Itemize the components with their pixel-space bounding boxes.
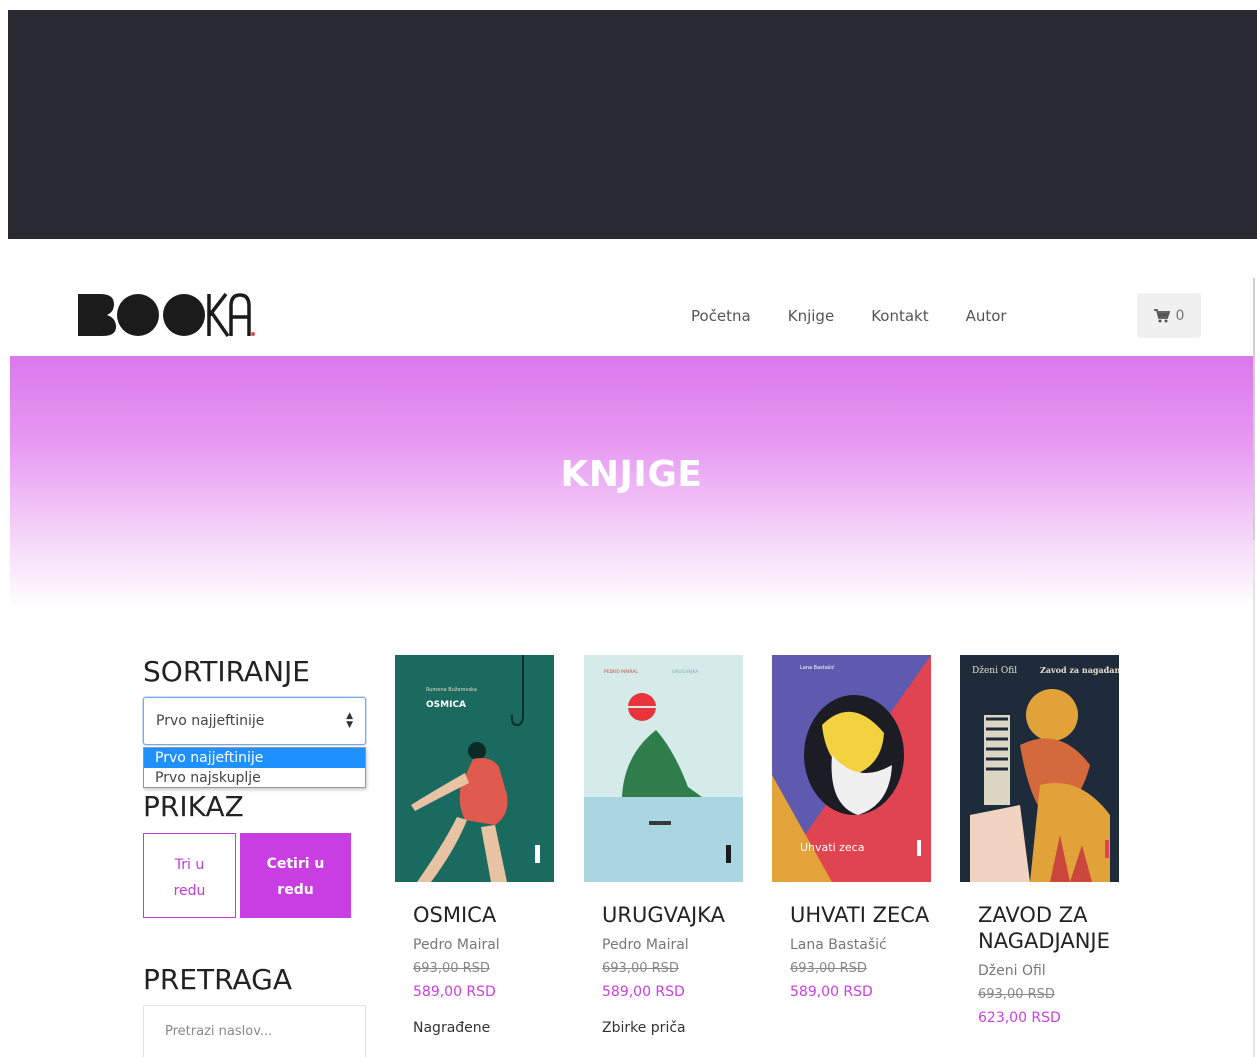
view-three-label-2: redu xyxy=(173,883,206,899)
book-cover-uhvati-zeca[interactable]: Lana Bastašić Uhvati zeca xyxy=(772,655,931,882)
view-three-per-row-button[interactable]: Tri u redu xyxy=(143,833,236,918)
book-author: Pedro Mairal xyxy=(602,937,689,953)
sort-heading: SORTIRANJE xyxy=(143,655,310,688)
nav-link-knjige[interactable]: Knjige xyxy=(788,307,834,325)
cover-title-text: URUGVAJKA xyxy=(672,669,699,675)
sort-dropdown: Prvo najjeftinije Prvo najskuplje xyxy=(143,747,366,788)
nav-link-pocetna[interactable]: Početna xyxy=(691,307,751,325)
book-category[interactable]: Zbirke priča xyxy=(602,1020,759,1036)
book-new-price: 589,00 RSD xyxy=(602,984,685,1000)
hero-banner: KNJIGE xyxy=(10,356,1253,608)
book-author: Dženi Ofil xyxy=(978,963,1046,979)
logo-dot xyxy=(251,332,255,336)
sort-select[interactable]: Prvo najjeftinije ▲ ▼ xyxy=(143,697,366,745)
cart-icon xyxy=(1153,308,1170,322)
book-title[interactable]: UHVATI ZECA xyxy=(790,902,947,928)
book-author: Pedro Mairal xyxy=(413,937,500,953)
nav-link-autor[interactable]: Autor xyxy=(966,307,1007,325)
cover-author-text: PEDRO MAIRAL xyxy=(604,669,638,675)
book-old-price: 693,00 RSD xyxy=(602,961,679,976)
book-card: Lana Bastašić Uhvati zeca UHVATI ZECA La… xyxy=(772,655,947,1000)
cart-button[interactable]: 0 xyxy=(1137,293,1201,338)
book-new-price: 623,00 RSD xyxy=(978,1010,1061,1026)
cart-count: 0 xyxy=(1175,307,1185,324)
search-heading: PRETRAGA xyxy=(143,963,292,996)
book-title[interactable]: OSMICA xyxy=(413,902,570,928)
navbar: Početna Knjige Kontakt Autor 0 xyxy=(0,280,1257,355)
sort-selected-value: Prvo najjeftinije xyxy=(156,713,265,729)
cover-author-text: Rumena Bužarovska xyxy=(426,686,477,693)
scrollbar-thumb[interactable] xyxy=(1253,278,1255,540)
cover-author-text: Dženi Ofil xyxy=(972,665,1017,676)
book-title[interactable]: URUGVAJKA xyxy=(602,902,759,928)
view-four-per-row-button[interactable]: Cetiri u redu xyxy=(240,833,351,918)
view-heading: PRIKAZ xyxy=(143,790,244,823)
book-category[interactable]: Nagrađene xyxy=(413,1020,570,1036)
book-new-price: 589,00 RSD xyxy=(413,984,496,1000)
book-title[interactable]: ZAVOD ZA NAGADJANJE xyxy=(978,902,1135,954)
cover-title-text: Uhvati zeca xyxy=(800,841,864,854)
cover-title-text: OSMICA xyxy=(426,700,466,710)
top-dark-banner xyxy=(8,10,1257,239)
view-four-label-1: Cetiri u xyxy=(266,856,325,872)
nav-link-kontakt[interactable]: Kontakt xyxy=(871,307,928,325)
book-new-price: 589,00 RSD xyxy=(790,984,873,1000)
page-title: KNJIGE xyxy=(560,454,703,495)
book-old-price: 693,00 RSD xyxy=(790,961,867,976)
book-old-price: 693,00 RSD xyxy=(413,961,490,976)
view-four-label-2: redu xyxy=(277,882,314,898)
booka-logo[interactable] xyxy=(76,292,256,338)
book-author: Lana Bastašić xyxy=(790,937,887,953)
book-card: PEDRO MAIRAL URUGVAJKA URUGVAJKA Pedro M… xyxy=(584,655,759,1036)
main-nav: Početna Knjige Kontakt Autor xyxy=(691,307,1044,325)
sort-option-expensive[interactable]: Prvo najskuplje xyxy=(144,768,365,788)
cover-author-text: Lana Bastašić xyxy=(800,664,835,671)
search-input[interactable] xyxy=(143,1005,366,1057)
sort-option-cheapest[interactable]: Prvo najjeftinije xyxy=(144,748,365,768)
book-card: Rumena Bužarovska OSMICA OSMICA Pedro Ma… xyxy=(395,655,570,1036)
book-card: Dženi Ofil Zavod za nagađanje ZAVOD ZA N… xyxy=(960,655,1135,1026)
book-cover-zavod[interactable]: Dženi Ofil Zavod za nagađanje xyxy=(960,655,1119,882)
cover-title-text: Zavod za nagađanje xyxy=(1040,665,1119,675)
select-arrows-icon: ▲ ▼ xyxy=(346,711,353,730)
book-cover-osmica[interactable]: Rumena Bužarovska OSMICA xyxy=(395,655,554,882)
book-cover-urugvajka[interactable]: PEDRO MAIRAL URUGVAJKA xyxy=(584,655,743,882)
book-old-price: 693,00 RSD xyxy=(978,987,1055,1002)
view-three-label-1: Tri u xyxy=(174,857,205,873)
